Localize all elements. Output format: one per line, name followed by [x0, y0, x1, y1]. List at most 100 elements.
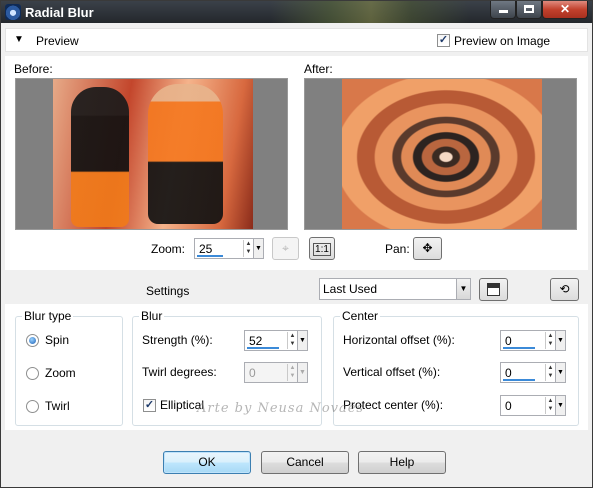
- vertical-offset-value: 0: [505, 366, 512, 380]
- pan-button[interactable]: ✥: [413, 237, 442, 260]
- twirl-dropdown-arrow-icon[interactable]: ▼: [297, 363, 307, 382]
- preview-on-image-checkbox[interactable]: ✓: [437, 34, 450, 47]
- help-button[interactable]: Help: [358, 451, 446, 474]
- collapse-triangle-icon[interactable]: ▼: [14, 34, 24, 45]
- before-figure-left: [71, 87, 129, 227]
- down-arrow-icon[interactable]: ▼: [546, 405, 555, 413]
- horizontal-offset-dropdown-arrow-icon[interactable]: ▼: [555, 331, 565, 350]
- minimize-icon: [498, 10, 508, 13]
- preview-label: Preview: [36, 34, 79, 48]
- zoom-spinner[interactable]: ▲ ▼: [243, 240, 253, 257]
- preset-value: Last Used: [323, 282, 378, 296]
- twirl-degrees-input[interactable]: 0 ▲ ▼ ▼: [244, 362, 308, 383]
- down-arrow-icon[interactable]: ▼: [288, 372, 297, 380]
- before-figure-right: [148, 84, 223, 224]
- protect-center-value: 0: [505, 399, 512, 413]
- zoom-underline: [197, 255, 223, 257]
- center-title: Center: [340, 309, 381, 323]
- twirl-degrees-value: 0: [249, 366, 256, 380]
- preview-area: Before: After: Zoom: 25 ▲ ▼ ▼ ⌖ 1:1 Pan: …: [5, 56, 588, 270]
- blur-title: Blur: [139, 309, 165, 323]
- strength-value: 52: [249, 334, 263, 348]
- ok-button[interactable]: OK: [163, 451, 251, 474]
- down-arrow-icon[interactable]: ▼: [546, 372, 555, 380]
- protect-center-input[interactable]: 0 ▲ ▼ ▼: [500, 395, 566, 416]
- zoom-radio[interactable]: [26, 367, 39, 380]
- up-arrow-icon[interactable]: ▲: [288, 332, 297, 340]
- preset-combo[interactable]: Last Used ▼: [319, 278, 471, 300]
- app-icon: [5, 4, 21, 20]
- reset-icon: ⟲: [559, 282, 570, 296]
- crosshair-icon: ⌖: [282, 241, 289, 255]
- down-arrow-icon[interactable]: ▼: [546, 340, 555, 348]
- zoom-option-label[interactable]: Zoom: [45, 366, 76, 380]
- strength-label: Strength (%):: [142, 333, 213, 347]
- after-image: [342, 79, 542, 229]
- preset-dropdown-arrow-icon[interactable]: ▼: [456, 279, 470, 299]
- elliptical-checkbox[interactable]: ✓: [143, 399, 156, 412]
- spin-radio[interactable]: [26, 334, 39, 347]
- zoom-label: Zoom:: [151, 242, 186, 256]
- preview-on-image-label: Preview on Image: [454, 34, 551, 48]
- up-arrow-icon[interactable]: ▲: [244, 240, 253, 248]
- horizontal-offset-label: Horizontal offset (%):: [343, 333, 455, 347]
- zoom-input[interactable]: 25 ▲ ▼ ▼: [194, 238, 264, 259]
- before-image: [53, 79, 253, 229]
- preview-header: ▼ Preview ✓ Preview on Image: [5, 28, 588, 52]
- before-preview[interactable]: [15, 78, 288, 230]
- horizontal-offset-input[interactable]: 0 ▲ ▼ ▼: [500, 330, 566, 351]
- twirl-spinner[interactable]: ▲ ▼: [287, 364, 297, 381]
- window-title: Radial Blur: [25, 5, 94, 20]
- title-bar-artwork: [271, 1, 471, 23]
- radial-blur-dialog: Radial Blur ✕ ▼ Preview ✓ Preview on Ima…: [0, 0, 593, 488]
- zoom-fit-button[interactable]: ⌖: [272, 237, 299, 260]
- horizontal-offset-spinner[interactable]: ▲ ▼: [545, 332, 555, 349]
- close-icon: ✕: [559, 2, 571, 16]
- down-arrow-icon[interactable]: ▼: [288, 340, 297, 348]
- minimize-button[interactable]: [490, 1, 516, 19]
- protect-center-dropdown-arrow-icon[interactable]: ▼: [555, 396, 565, 415]
- twirl-radio[interactable]: [26, 400, 39, 413]
- blur-type-group: Blur type Spin Zoom Twirl: [15, 309, 123, 426]
- strength-spinner[interactable]: ▲ ▼: [287, 332, 297, 349]
- vertical-offset-input[interactable]: 0 ▲ ▼ ▼: [500, 362, 566, 383]
- before-label: Before:: [14, 62, 53, 76]
- vertical-offset-underline: [503, 379, 535, 381]
- close-button[interactable]: ✕: [542, 1, 588, 19]
- up-arrow-icon[interactable]: ▲: [546, 332, 555, 340]
- spin-label[interactable]: Spin: [45, 333, 69, 347]
- twirl-degrees-label: Twirl degrees:: [142, 365, 217, 379]
- move-arrows-icon: ✥: [422, 241, 433, 255]
- one-to-one-button[interactable]: 1:1: [309, 237, 335, 260]
- cancel-button[interactable]: Cancel: [261, 451, 349, 474]
- save-preset-button[interactable]: [479, 278, 508, 301]
- after-preview[interactable]: [304, 78, 577, 230]
- one-to-one-label: 1:1: [313, 243, 331, 256]
- vertical-offset-dropdown-arrow-icon[interactable]: ▼: [555, 363, 565, 382]
- zoom-value: 25: [199, 242, 213, 256]
- twirl-label[interactable]: Twirl: [45, 399, 70, 413]
- up-arrow-icon[interactable]: ▲: [546, 397, 555, 405]
- protect-center-spinner[interactable]: ▲ ▼: [545, 397, 555, 414]
- zoom-dropdown-arrow-icon[interactable]: ▼: [253, 239, 263, 258]
- watermark-signature: Arte by Neusa Novaes: [197, 401, 365, 416]
- after-label: After:: [304, 62, 333, 76]
- center-group: Center Horizontal offset (%): 0 ▲ ▼ ▼ Ver…: [333, 309, 579, 426]
- up-arrow-icon[interactable]: ▲: [546, 364, 555, 372]
- strength-underline: [247, 347, 279, 349]
- vertical-offset-label: Vertical offset (%):: [343, 365, 441, 379]
- down-arrow-icon[interactable]: ▼: [244, 248, 253, 256]
- maximize-button[interactable]: [516, 1, 542, 19]
- horizontal-offset-value: 0: [505, 334, 512, 348]
- title-bar[interactable]: Radial Blur ✕: [1, 1, 592, 23]
- reset-preset-button[interactable]: ⟲: [550, 278, 579, 301]
- up-arrow-icon[interactable]: ▲: [288, 364, 297, 372]
- save-disk-icon: [487, 283, 500, 296]
- strength-dropdown-arrow-icon[interactable]: ▼: [297, 331, 307, 350]
- pan-label: Pan:: [385, 242, 410, 256]
- blur-type-title: Blur type: [22, 309, 74, 323]
- strength-input[interactable]: 52 ▲ ▼ ▼: [244, 330, 308, 351]
- settings-label: Settings: [146, 284, 190, 298]
- vertical-offset-spinner[interactable]: ▲ ▼: [545, 364, 555, 381]
- maximize-icon: [524, 5, 534, 13]
